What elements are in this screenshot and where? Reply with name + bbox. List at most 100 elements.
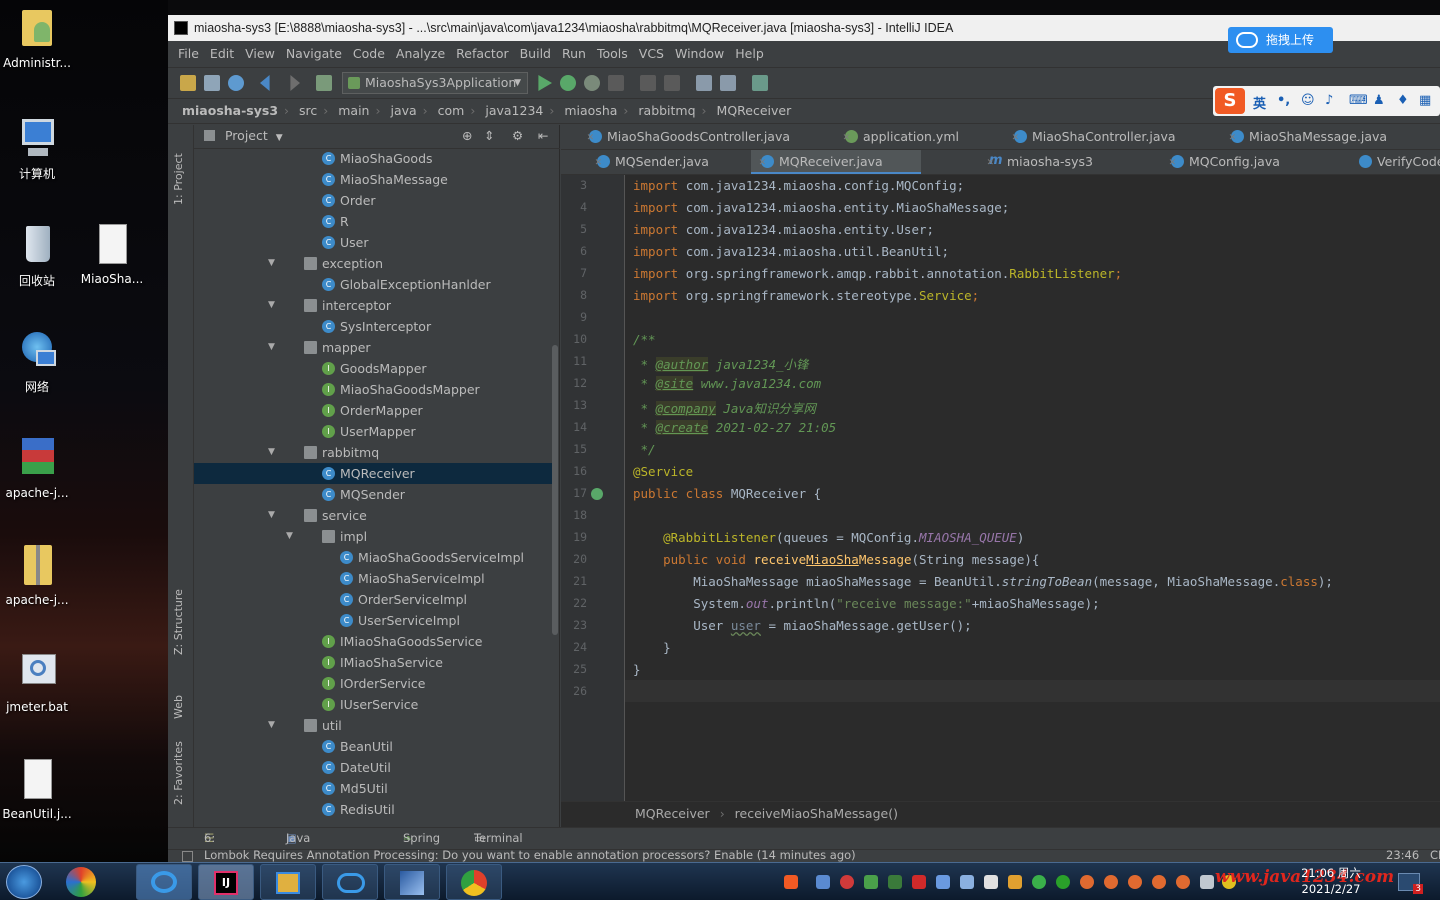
tree-item[interactable]: C MiaoShaMessage [194,169,558,190]
desktop-icon-miaosha-doc[interactable]: MiaoSha... [75,222,149,286]
desktop-icon-administrator[interactable]: Administr... [0,6,74,70]
close-icon[interactable]: ✕ [1012,125,1190,149]
microphone-icon[interactable]: ♪ [1325,93,1333,108]
volume-icon[interactable] [1200,875,1214,889]
app-launcher-icon[interactable] [66,867,96,897]
caret-position[interactable]: 23:46 [1386,850,1419,862]
hide-panel-icon[interactable]: ⇤ [538,125,548,147]
crumb-java1234[interactable]: java1234 [485,103,543,118]
tray-icon[interactable] [816,875,830,889]
tab-mqsender[interactable]: MQSender.java ✕ [587,150,747,174]
sogou-tray-icon[interactable] [784,875,798,889]
wechat-icon[interactable] [1032,875,1046,889]
desktop-icon-computer[interactable]: 计算机 [0,115,74,182]
project-view-select[interactable]: Project [225,128,268,143]
crumb-java[interactable]: java [390,103,416,118]
expand-arrow-icon[interactable]: ▼ [268,715,275,736]
qq-icon[interactable] [1152,875,1166,889]
tab-mqconfig[interactable]: MQConfig.java ✕ [1161,150,1309,174]
emoji-icon[interactable]: ☺ [1301,93,1315,108]
menu-run[interactable]: Run [562,46,586,61]
close-icon[interactable]: ✕ [587,125,807,149]
vcs-commit-icon[interactable] [664,75,680,91]
taskbar-qq-browser[interactable] [136,864,192,900]
expand-arrow-icon[interactable]: ▼ [286,526,293,547]
menu-tools[interactable]: Tools [597,46,628,61]
crumb-rabbitmq[interactable]: rabbitmq [638,103,695,118]
baidu-upload-widget[interactable]: 拖拽上传 [1228,27,1333,53]
project-tool-tab[interactable]: 1: Project [172,153,185,205]
editor-crumb-method[interactable]: receiveMiaoShaMessage() [735,806,898,821]
menu-view[interactable]: View [245,46,275,61]
close-icon[interactable]: ✕ [759,150,917,174]
structure-tool-tab[interactable]: Z: Structure [172,589,185,655]
tray-icon[interactable] [936,875,950,889]
run-icon[interactable] [538,75,552,91]
tray-icon[interactable] [1008,875,1022,889]
tree-item[interactable]: C MiaoShaServiceImpl [194,568,558,589]
desktop-icon-apache-rar[interactable]: apache-j... [0,436,74,500]
tree-item[interactable]: I GoodsMapper [194,358,558,379]
close-icon[interactable]: ✕ [595,150,743,174]
tree-item[interactable]: C Order [194,190,558,211]
editor-crumb-class[interactable]: MQReceiver [635,806,710,821]
tree-item[interactable]: I IMiaoShaService [194,652,558,673]
crumb-src[interactable]: src [299,103,317,118]
tree-item[interactable]: C MQSender [194,484,558,505]
tray-icon[interactable] [1056,875,1070,889]
menu-code[interactable]: Code [353,46,385,61]
tree-item[interactable]: C SysInterceptor [194,316,558,337]
tab-application-yml[interactable]: application.yml ✕ [835,125,981,149]
desktop-icon-beanutil[interactable]: BeanUtil.j... [0,757,74,821]
desktop-icon-jmeter[interactable]: jmeter.bat [0,650,74,714]
tree-folder[interactable]: ▼ rabbitmq [194,442,558,463]
menu-vcs[interactable]: VCS [639,46,664,61]
sync-icon[interactable] [228,75,244,91]
qq-icon[interactable] [1176,875,1190,889]
favorites-tool-tab[interactable]: 2: Favorites [172,741,185,805]
start-button[interactable] [6,865,42,899]
tree-item[interactable]: CR [194,211,558,232]
tab-miaoshacontroller[interactable]: MiaoShaController.java ✕ [1004,125,1194,149]
tray-icon[interactable] [960,875,974,889]
tree-folder[interactable]: ▼ mapper [194,337,558,358]
line-separator-indicator[interactable]: CI [1430,850,1440,862]
desktop-icon-recycle-bin[interactable]: 回收站 [0,222,74,289]
tree-item[interactable]: C MiaoShaGoods [194,149,558,169]
tree-item[interactable]: I IUserService [194,694,558,715]
back-icon[interactable] [260,75,270,91]
collapse-all-icon[interactable]: ⇕ [484,125,494,147]
taskbar-app[interactable] [384,864,440,900]
menu-file[interactable]: File [178,46,199,61]
sogou-ime-toolbar[interactable]: S 英 •, ☺ ♪ ⌨ ♟ ♦ ▦ [1213,86,1440,116]
desktop-icon-apache-zip[interactable]: apache-j... [0,543,74,607]
locate-icon[interactable]: ⊕ [462,125,472,147]
punctuation-icon[interactable]: •, [1277,93,1290,108]
crumb-project[interactable]: miaosha-sys3 [182,103,278,118]
toolbox-icon[interactable]: ▦ [1419,93,1431,108]
tray-icon[interactable] [984,875,998,889]
action-center-icon[interactable]: 3 [1398,873,1423,894]
ime-mode-toggle[interactable]: 英 [1253,93,1266,112]
qq-icon[interactable] [1104,875,1118,889]
project-tree-scrollbar[interactable] [552,345,558,635]
run-config-select[interactable]: MiaoshaSys3Application ▼ [342,72,528,94]
menu-help[interactable]: Help [735,46,764,61]
web-tool-tab[interactable]: Web [172,695,185,719]
taskbar-chrome[interactable] [446,864,502,900]
coverage-icon[interactable] [584,75,600,91]
desktop-icon-network[interactable]: 网络 [0,328,74,395]
tree-item[interactable]: I UserMapper [194,421,558,442]
chevron-down-icon[interactable]: ▼ [276,133,283,143]
open-icon[interactable] [180,75,196,91]
tree-item[interactable]: I OrderMapper [194,400,558,421]
tab-miaosha-sys3[interactable]: m miaosha-sys3 ✕ [979,150,1129,174]
close-icon[interactable]: ✕ [987,150,1125,174]
expand-arrow-icon[interactable]: ▼ [268,337,275,358]
tree-folder[interactable]: ▼ util [194,715,558,736]
user-icon[interactable]: ♟ [1373,93,1385,108]
skin-icon[interactable]: ♦ [1397,93,1409,108]
tree-item[interactable]: I IMiaoShaGoodsService [194,631,558,652]
status-message[interactable]: Lombok Requires Annotation Processing: D… [204,850,856,862]
shield-icon[interactable] [864,875,878,889]
